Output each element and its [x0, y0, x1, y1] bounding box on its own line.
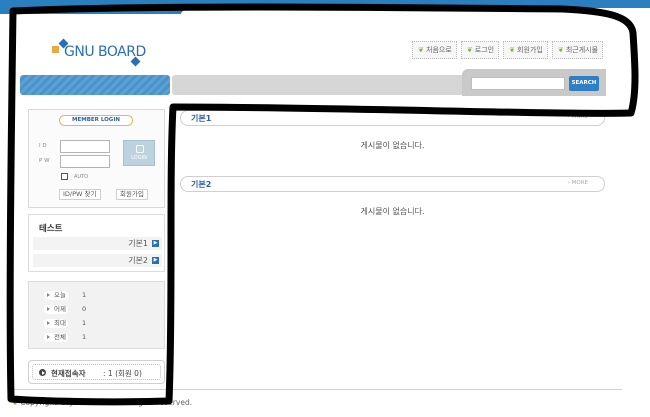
visitor-stats-box: 오늘 1 어제 0 최대 1 전체 1: [28, 281, 165, 349]
site-logo[interactable]: GNU BOARD: [52, 38, 152, 68]
auto-login-checkbox[interactable]: [61, 173, 68, 180]
leaf-icon: ❦: [509, 45, 515, 54]
footer-divider: [10, 389, 622, 390]
leaf-icon: ❦: [418, 45, 424, 54]
top-navigation: ❦ 처음으로 ❦ 로그인 ❦ 회원가입 ❦ 최근게시물: [412, 41, 604, 59]
board-empty-message: 게시물이 없습니다.: [360, 207, 425, 216]
login-link-button[interactable]: ❦ 로그인: [460, 41, 500, 59]
stat-row-total: 전체 1: [44, 333, 154, 343]
recent-posts-button[interactable]: ❦ 최근게시물: [551, 41, 604, 59]
leaf-icon: ❦: [466, 45, 473, 54]
lock-icon: [136, 145, 144, 153]
leaf-icon: ❦: [12, 398, 19, 407]
arrow-right-icon: ▶: [152, 240, 159, 247]
test-board-box: 테스트 기본1 ▶ 기본2 ▶: [28, 214, 165, 272]
current-users-value: : 1 (회원 0): [103, 369, 142, 378]
home-button[interactable]: ❦ 처음으로: [412, 41, 457, 59]
bullet-icon: [47, 335, 50, 339]
test-box-title: 테스트: [39, 224, 63, 234]
id-input[interactable]: [60, 140, 110, 153]
board-header: 기본1 › MORE: [180, 110, 605, 126]
search-input[interactable]: [471, 77, 565, 90]
auto-login-label: AUTO: [74, 174, 89, 180]
list-item[interactable]: 기본1 ▶: [33, 237, 162, 250]
more-link[interactable]: › MORE: [568, 114, 588, 120]
footer: ❦ Copyright © your-domain. All rights res…: [12, 398, 193, 407]
top-band-cap: [180, 8, 650, 18]
bullet-icon: [47, 307, 50, 311]
board-title-link[interactable]: 기본1: [191, 113, 211, 124]
register-button[interactable]: 회원가입: [116, 189, 148, 200]
login-button[interactable]: LOGIN: [123, 140, 155, 166]
board-header: 기본2 › MORE: [180, 176, 605, 192]
leaf-icon: ❦: [557, 45, 564, 54]
bullet-icon: [47, 321, 50, 325]
arrow-right-icon: ▶: [152, 257, 159, 264]
board-empty-message: 게시물이 없습니다.: [360, 141, 425, 150]
register-link-button[interactable]: ❦ 회원가입: [503, 41, 548, 59]
stat-row-yesterday: 어제 0: [44, 305, 154, 315]
id-label: I D: [39, 143, 47, 149]
logo-square-icon: [52, 46, 59, 53]
more-link[interactable]: › MORE: [568, 180, 588, 186]
stat-row-today: 오늘 1: [44, 291, 154, 301]
board-title-link[interactable]: 기본2: [191, 179, 211, 190]
login-title: MEMBER LOGIN: [59, 115, 133, 126]
find-id-pw-button[interactable]: ID/PW 찾기: [59, 189, 101, 200]
menu-bar-left: [20, 75, 170, 95]
member-login-box: MEMBER LOGIN I D P W LOGIN AUTO ID/PW 찾기…: [28, 109, 165, 208]
current-users-label: 현재접속자: [51, 369, 86, 378]
play-circle-icon: [39, 369, 46, 376]
password-input[interactable]: [60, 155, 110, 168]
bullet-icon: [47, 293, 50, 297]
pw-label: P W: [39, 158, 50, 164]
current-users-box[interactable]: 현재접속자 : 1 (회원 0): [28, 360, 165, 384]
search-button[interactable]: SEARCH: [569, 76, 599, 91]
stat-row-max: 최대 1: [44, 319, 154, 329]
list-item[interactable]: 기본2 ▶: [33, 254, 162, 267]
